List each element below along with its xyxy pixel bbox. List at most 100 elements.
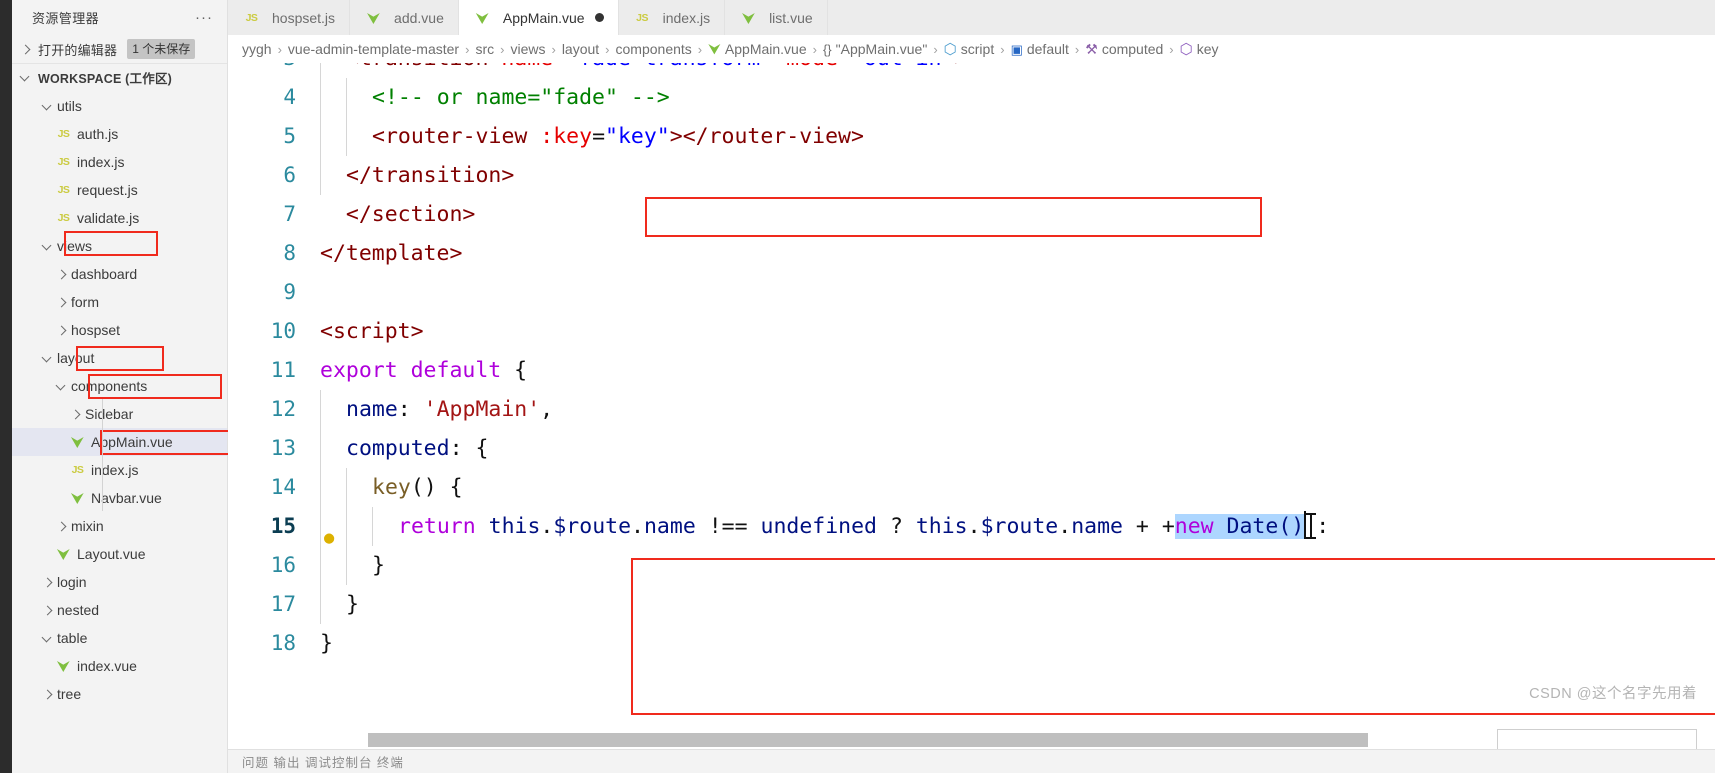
tree-item-form[interactable]: form — [12, 288, 227, 316]
chevron-right-icon[interactable] — [54, 323, 69, 338]
line-number: 15 — [270, 514, 296, 538]
chevron-right-icon[interactable] — [68, 407, 83, 422]
breadcrumb-item[interactable]: yygh — [242, 41, 272, 57]
tree-item-auth.js[interactable]: JS auth.js — [12, 120, 227, 148]
tree-item-components[interactable]: components — [12, 372, 227, 400]
code-line[interactable]: 18} — [228, 624, 1715, 663]
code-line[interactable]: 10 <script> — [228, 312, 1715, 351]
braces-icon: {} — [822, 41, 832, 57]
code-line[interactable]: 9 — [228, 273, 1715, 312]
breadcrumb-item[interactable]: src — [475, 41, 494, 57]
breadcrumb-item[interactable]: {} "AppMain.vue" — [823, 41, 927, 57]
chevron-down-icon[interactable] — [40, 99, 55, 114]
tree-item-index.js[interactable]: JS index.js — [12, 456, 227, 484]
unsaved-indicator-icon[interactable] — [594, 13, 604, 22]
code-line[interactable]: 16} — [228, 546, 1715, 585]
code-line[interactable]: 6 </transition> — [228, 156, 1715, 195]
code-editor[interactable]: 3<transition name="fade-transform" mode=… — [228, 63, 1715, 773]
code-line[interactable]: 12 name: 'AppMain', — [228, 390, 1715, 429]
open-editors-section[interactable]: 打开的编辑器 1 个未保存 — [12, 35, 227, 63]
chevron-down-icon[interactable] — [18, 70, 33, 85]
activity-bar[interactable] — [0, 0, 12, 773]
tree-item-appmain.vue[interactable]: ⮟ AppMain.vue — [12, 428, 227, 456]
tree-item-label: mixin — [71, 518, 104, 534]
code-line[interactable]: 15 ● return this.$route.name !== undefined… — [228, 507, 1715, 548]
tree-item-index.js[interactable]: JS index.js — [12, 148, 227, 176]
breadcrumb[interactable]: yygh › vue-admin-template-master › src › views… — [228, 35, 1715, 63]
code-line[interactable]: 4 <!-- or name="fade" --> — [228, 78, 1715, 117]
tree-item-mixin[interactable]: mixin — [12, 512, 227, 540]
chevron-right-icon[interactable] — [54, 519, 69, 534]
editor-tab-appmain-vue[interactable]: ⮟ AppMain.vue — [458, 0, 619, 35]
tree-item-views[interactable]: views — [12, 232, 227, 260]
code-token: name — [1071, 514, 1123, 539]
breadcrumb-item[interactable]: ▣ default — [1011, 41, 1069, 57]
chevron-right-icon[interactable] — [40, 575, 55, 590]
code-token: $route — [980, 514, 1059, 539]
chevron-right-icon[interactable] — [18, 42, 33, 57]
breadcrumb-item[interactable]: views — [510, 41, 545, 57]
breadcrumb-item[interactable]: ⬡ script — [944, 41, 995, 57]
code-line[interactable]: 13 computed: { — [228, 429, 1715, 468]
chevron-right-icon[interactable] — [54, 295, 69, 310]
code-line[interactable]: 8 </template> — [228, 234, 1715, 273]
editor-tab-index-js[interactable]: JS index.js — [618, 0, 726, 35]
chevron-down-icon[interactable] — [40, 631, 55, 646]
horizontal-scrollbar[interactable] — [368, 733, 1368, 747]
js-file-icon: JS — [636, 11, 649, 24]
breadcrumb-item[interactable]: layout — [562, 41, 599, 57]
editor-tab-list-vue[interactable]: ⮟ list.vue — [725, 0, 828, 35]
more-actions-icon[interactable]: ··· — [195, 10, 213, 25]
tree-item-label: form — [71, 294, 99, 310]
chevron-right-icon[interactable] — [54, 267, 69, 282]
code-line[interactable]: 14 key() { — [228, 468, 1715, 507]
tree-item-index.vue[interactable]: ⮟ index.vue — [12, 652, 227, 680]
breadcrumb-item[interactable]: ⮟ AppMain.vue — [708, 41, 806, 57]
chevron-down-icon[interactable] — [54, 379, 69, 394]
code-line[interactable]: 5 <router-view :key="key"></router-view> — [228, 117, 1715, 156]
file-tree[interactable]: utils JS auth.js JS index.js JS request.js JS va… — [12, 91, 227, 773]
indent-guide — [320, 117, 321, 156]
code-line[interactable]: 11 export default { — [228, 351, 1715, 390]
editor-tab-hospset-js[interactable]: JS hospset.js — [228, 0, 351, 35]
editor-tab-add-vue[interactable]: ⮟ add.vue — [350, 0, 459, 35]
workspace-section[interactable]: WORKSPACE (工作区) — [12, 63, 227, 91]
tree-item-utils[interactable]: utils — [12, 92, 227, 120]
indent-guide — [346, 78, 347, 117]
code-line[interactable]: 7 </section> — [228, 195, 1715, 234]
tree-item-dashboard[interactable]: dashboard — [12, 260, 227, 288]
code-line-text: </section> — [320, 195, 475, 234]
code-token: "key" — [605, 124, 670, 149]
code-line-text: name: 'AppMain', — [320, 390, 553, 429]
tree-item-tree[interactable]: tree — [12, 680, 227, 708]
chevron-down-icon[interactable] — [40, 239, 55, 254]
tree-item-login[interactable]: login — [12, 568, 227, 596]
code-line[interactable]: 3<transition name="fade-transform" mode=… — [228, 63, 1715, 78]
tree-item-nested[interactable]: nested — [12, 596, 227, 624]
chevron-right-icon[interactable] — [40, 687, 55, 702]
code-line-text: computed: { — [320, 429, 488, 468]
code-token: key — [372, 475, 411, 500]
indent-guide — [320, 468, 321, 507]
tree-item-navbar.vue[interactable]: ⮟ Navbar.vue — [12, 484, 227, 512]
editor-tab-label: index.js — [662, 9, 711, 26]
breadcrumb-item[interactable]: components — [616, 41, 692, 57]
tree-item-sidebar[interactable]: Sidebar — [12, 400, 227, 428]
code-line[interactable]: 17} — [228, 585, 1715, 624]
breadcrumb-item[interactable]: vue-admin-template-master — [288, 41, 459, 57]
tree-item-hospset[interactable]: hospset — [12, 316, 227, 344]
tree-item-label: index.vue — [77, 658, 137, 674]
breadcrumb-item[interactable]: ⚒ computed — [1085, 41, 1163, 57]
tree-item-request.js[interactable]: JS request.js — [12, 176, 227, 204]
editor-tab-bar[interactable]: JS hospset.js ⮟ add.vue ⮟ AppMain.vue JS index.… — [228, 0, 1715, 35]
chevron-down-icon[interactable] — [40, 351, 55, 366]
chevron-right-icon[interactable] — [40, 603, 55, 618]
status-bar[interactable]: 问题 输出 调试控制台 终端 — [228, 749, 1715, 773]
tree-item-table[interactable]: table — [12, 624, 227, 652]
tree-item-layout.vue[interactable]: ⮟ Layout.vue — [12, 540, 227, 568]
breadcrumb-separator-icon: › — [1074, 41, 1080, 57]
tree-item-layout[interactable]: layout — [12, 344, 227, 372]
tree-item-validate.js[interactable]: JS validate.js — [12, 204, 227, 232]
breadcrumb-item[interactable]: ⬡ key — [1180, 41, 1219, 57]
code-token: name — [501, 63, 553, 71]
